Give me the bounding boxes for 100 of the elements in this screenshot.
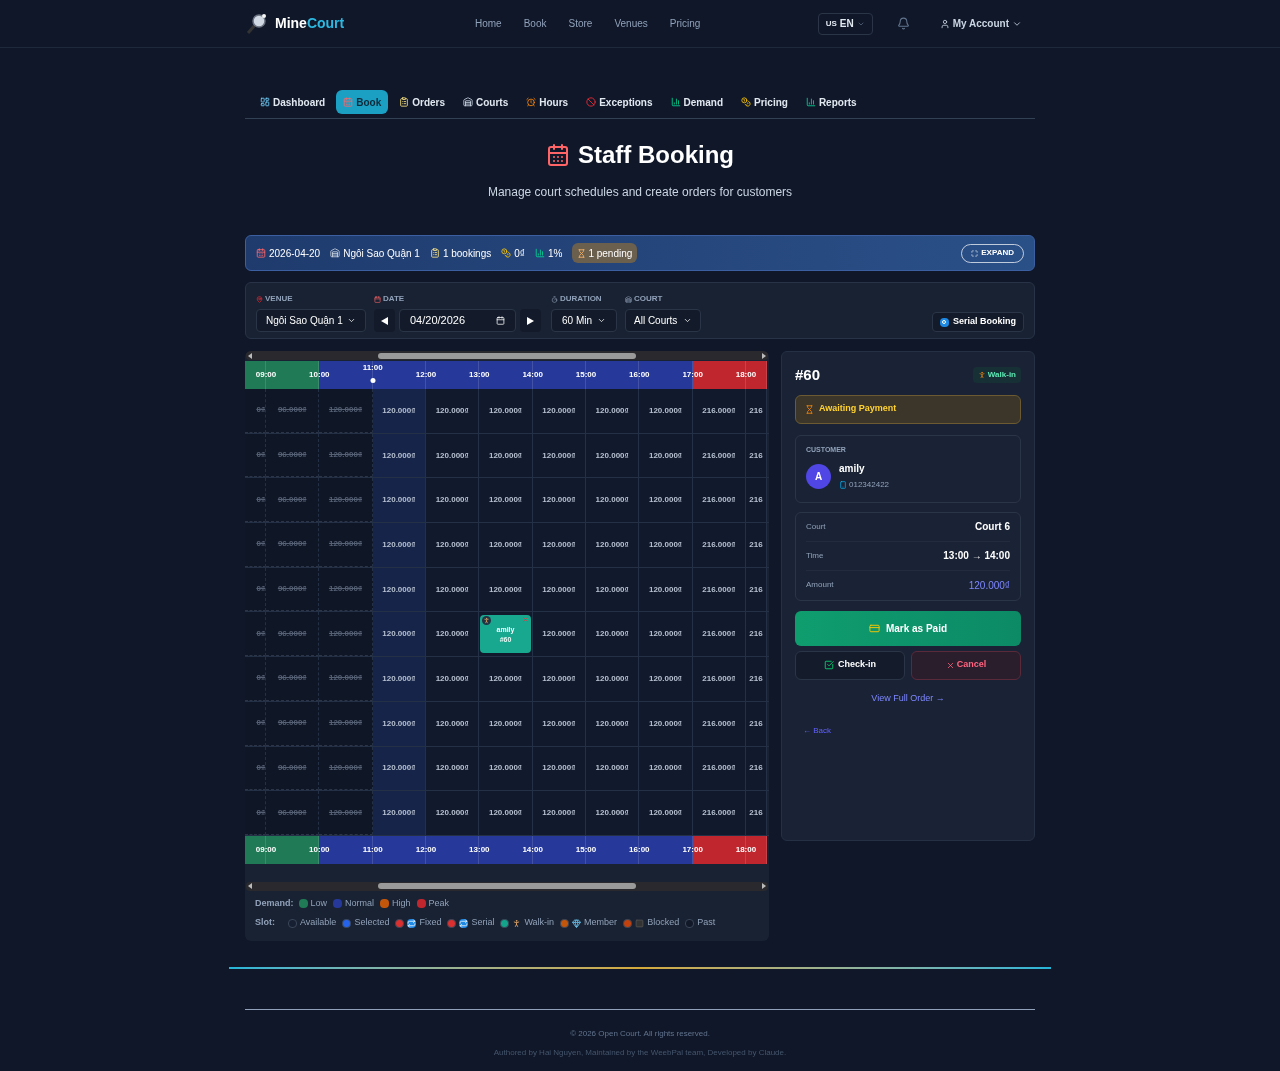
slot-cell[interactable]: 120.000₫: [585, 746, 640, 791]
slot-cell[interactable]: 216: [745, 389, 767, 433]
slot-cell[interactable]: 120.000₫: [372, 657, 426, 701]
slot-cell[interactable]: 120.000₫: [479, 791, 533, 835]
slot-cell[interactable]: 120.000₫: [479, 389, 533, 433]
slot-cell[interactable]: 120.000₫: [639, 478, 693, 523]
tab[interactable]: Orders: [392, 90, 453, 114]
tab[interactable]: Courts: [456, 90, 516, 114]
tab[interactable]: Exceptions: [579, 90, 660, 114]
slot-cell[interactable]: 120.000₫: [426, 433, 480, 478]
nav-link[interactable]: Pricing: [669, 16, 701, 31]
slot-cell[interactable]: 120.000₫: [426, 389, 480, 433]
slot-cell[interactable]: 120.000₫: [532, 791, 586, 835]
slot-cell[interactable]: 120.000₫: [532, 746, 586, 791]
slot-cell[interactable]: 216.000₫: [692, 478, 746, 523]
serial-booking-toggle[interactable]: Serial Booking: [932, 312, 1024, 332]
slot-cell[interactable]: 120.000₫: [372, 612, 426, 657]
slot-cell[interactable]: 216: [745, 612, 767, 657]
check-in-button[interactable]: Check-in: [795, 650, 905, 680]
slot-cell[interactable]: 216: [745, 791, 767, 835]
slot-cell[interactable]: 120.000₫: [585, 791, 640, 835]
slot-cell[interactable]: 120.000₫: [532, 523, 586, 567]
slot-cell[interactable]: 216.000₫: [692, 389, 746, 433]
next-day-button[interactable]: [520, 309, 541, 332]
slot-cell[interactable]: 216.000₫: [692, 523, 746, 567]
slot-cell[interactable]: 120.000₫: [639, 433, 693, 478]
slot-cell[interactable]: 216.000₫: [692, 433, 746, 478]
slot-cell[interactable]: 120.000₫: [372, 746, 426, 791]
date-field[interactable]: 04/20/2026: [399, 309, 516, 332]
checkbox[interactable]: [940, 317, 949, 327]
account-menu[interactable]: My Account: [939, 16, 1022, 31]
slot-cell[interactable]: 216.000₫: [692, 746, 746, 791]
scroll-right-icon[interactable]: [761, 352, 766, 359]
tab[interactable]: Dashboard: [253, 90, 333, 114]
nav-link[interactable]: Book: [523, 16, 547, 31]
tab[interactable]: Hours: [519, 90, 576, 114]
slot-cell[interactable]: 216: [745, 478, 767, 523]
nav-link[interactable]: Venues: [614, 16, 648, 31]
slot-cell[interactable]: 120.000₫: [479, 567, 533, 612]
nav-link[interactable]: Home: [475, 16, 502, 31]
slot-cell[interactable]: 216.000₫: [692, 612, 746, 657]
slot-cell[interactable]: 120.000₫: [532, 478, 586, 523]
slot-cell[interactable]: 120.000₫: [479, 523, 533, 567]
cancel-button[interactable]: Cancel: [911, 650, 1021, 680]
slot-cell[interactable]: 120.000₫: [372, 791, 426, 835]
slot-cell[interactable]: 120.000₫: [639, 791, 693, 835]
court-select[interactable]: All Courts: [625, 309, 701, 332]
nav-link[interactable]: Store: [568, 16, 593, 31]
slot-cell[interactable]: 120.000₫: [426, 657, 480, 701]
previous-day-button[interactable]: [374, 309, 395, 332]
slot-cell[interactable]: 216: [745, 523, 767, 567]
slot-cell[interactable]: 120.000₫: [585, 567, 640, 612]
slot-cell[interactable]: 120.000₫: [639, 657, 693, 701]
slot-cell[interactable]: 216.000₫: [692, 701, 746, 746]
slot-cell[interactable]: 120.000₫: [426, 478, 480, 523]
bell-icon[interactable]: [896, 17, 910, 30]
slot-cell[interactable]: 120.000₫: [532, 567, 586, 612]
slot-cell[interactable]: 120.000₫: [479, 746, 533, 791]
slot-cell[interactable]: 120.000₫: [479, 701, 533, 746]
mark-paid-button[interactable]: Mark as Paid: [795, 610, 1021, 646]
slot-cell[interactable]: 120.000₫: [585, 389, 640, 433]
tab[interactable]: Demand: [663, 90, 730, 114]
scroll-left-icon[interactable]: [248, 352, 253, 359]
scroll-right-icon[interactable]: [761, 883, 766, 890]
duration-select[interactable]: 60 Min: [551, 309, 617, 332]
slot-cell[interactable]: 120.000₫: [372, 433, 426, 478]
slot-cell[interactable]: 120.000₫: [639, 701, 693, 746]
slot-cell[interactable]: 120.000₫: [585, 523, 640, 567]
back-link[interactable]: ← Back: [803, 725, 1021, 737]
brand-logo[interactable]: MineCourt: [275, 13, 345, 34]
venue-select[interactable]: Ngôi Sao Quận 1: [256, 309, 366, 332]
slot-cell[interactable]: 120.000₫: [639, 389, 693, 433]
scroll-left-icon[interactable]: [248, 883, 253, 890]
slot-cell[interactable]: 120.000₫: [585, 657, 640, 701]
slot-cell[interactable]: 120.000₫: [372, 701, 426, 746]
scrollbar[interactable]: [246, 881, 768, 891]
slot-cell[interactable]: 120.000₫: [585, 701, 640, 746]
slot-cell[interactable]: 120.000₫: [639, 523, 693, 567]
scrollbar[interactable]: [246, 351, 768, 360]
slot-cell[interactable]: 120.000₫: [532, 612, 586, 657]
slot-cell[interactable]: 120.000₫: [479, 433, 533, 478]
slot-cell[interactable]: 120.000₫: [532, 657, 586, 701]
slot-cell[interactable]: 120.000₫: [639, 567, 693, 612]
tab[interactable]: Reports: [798, 90, 864, 114]
slot-cell[interactable]: 120.000₫: [372, 567, 426, 612]
slot-cell[interactable]: 120.000₫: [426, 746, 480, 791]
slot-cell[interactable]: 120.000₫: [372, 389, 426, 433]
view-order-link[interactable]: View Full Order →: [871, 691, 945, 705]
slot-cell[interactable]: 120.000₫: [372, 478, 426, 523]
slot-cell[interactable]: 120.000₫: [585, 478, 640, 523]
language-selector[interactable]: US EN: [817, 12, 873, 35]
slot-cell[interactable]: 120.000₫: [479, 478, 533, 523]
slot-cell[interactable]: 120.000₫: [426, 523, 480, 567]
slot-cell[interactable]: 120.000₫: [532, 701, 586, 746]
slot-cell[interactable]: 216.000₫: [692, 567, 746, 612]
slot-cell[interactable]: 120.000₫: [585, 612, 640, 657]
slot-cell[interactable]: 120.000₫: [426, 791, 480, 835]
slot-cell[interactable]: 216: [745, 657, 767, 701]
slot-cell[interactable]: 120.000₫: [639, 612, 693, 657]
slot-cell[interactable]: 120.000₫: [426, 567, 480, 612]
